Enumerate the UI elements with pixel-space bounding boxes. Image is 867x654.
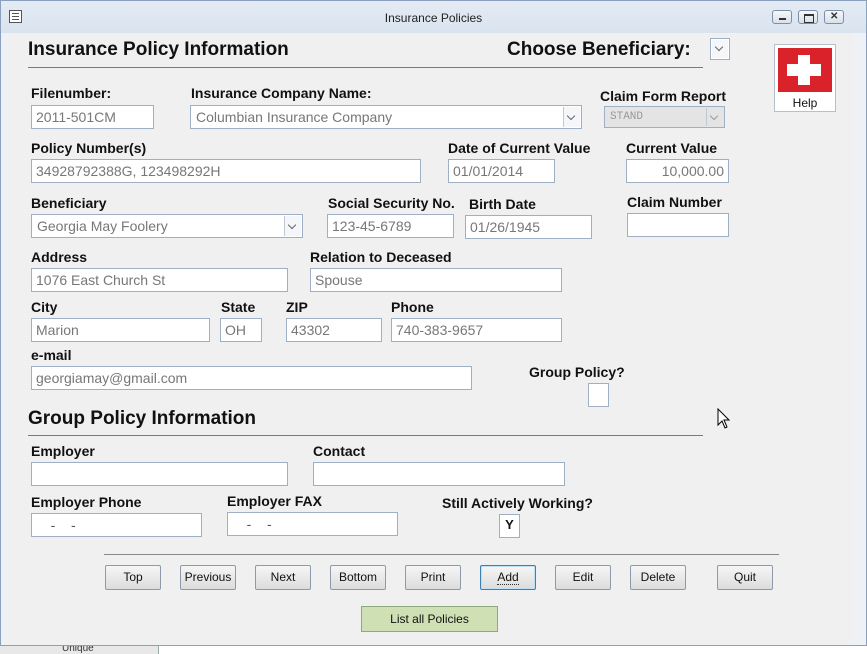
window-title: Insurance Policies: [384, 11, 483, 25]
mouse-pointer-icon: [717, 408, 731, 429]
address-field[interactable]: 1076 East Church St: [31, 268, 288, 292]
employer-label: Employer: [31, 443, 95, 459]
top-button[interactable]: Top: [105, 565, 161, 590]
claim-form-label: Claim Form Report: [600, 88, 727, 104]
relation-label: Relation to Deceased: [310, 249, 452, 265]
email-field[interactable]: georgiamay@gmail.com: [31, 366, 472, 390]
nav-divider: [104, 554, 779, 555]
employer-fax-label: Employer FAX: [227, 493, 322, 509]
help-button[interactable]: Help: [774, 44, 836, 112]
title-bar: Insurance Policies ✕: [1, 1, 866, 33]
date-current-label: Date of Current Value: [448, 140, 591, 156]
still-working-field[interactable]: Y: [499, 514, 520, 538]
beneficiary-dropdown[interactable]: Georgia May Foolery: [31, 214, 303, 238]
beneficiary-label: Beneficiary: [31, 195, 107, 211]
claim-form-value: STAND: [610, 111, 644, 123]
employer-field[interactable]: [31, 462, 288, 486]
company-dropdown[interactable]: Columbian Insurance Company: [190, 105, 582, 129]
employer-phone-field[interactable]: - -: [31, 513, 202, 537]
delete-button[interactable]: Delete: [630, 565, 686, 590]
company-value: Columbian Insurance Company: [196, 109, 393, 125]
address-label: Address: [31, 249, 88, 265]
help-label: Help: [792, 96, 818, 110]
list-all-policies-button[interactable]: List all Policies: [361, 606, 498, 632]
city-label: City: [31, 299, 58, 315]
city-field[interactable]: Marion: [31, 318, 210, 342]
chevron-down-icon: [563, 107, 580, 127]
chevron-down-icon: [284, 216, 301, 236]
maximize-icon: [804, 14, 814, 23]
previous-button[interactable]: Previous: [180, 565, 236, 590]
employer-fax-field[interactable]: - -: [227, 512, 398, 536]
group-divider: [28, 435, 703, 436]
chevron-down-icon: [712, 40, 728, 58]
phone-field[interactable]: 740-383-9657: [391, 318, 562, 342]
filenumber-field[interactable]: 2011-501CM: [31, 105, 154, 129]
email-label: e-mail: [31, 347, 72, 363]
edit-button[interactable]: Edit: [555, 565, 611, 590]
birth-date-field[interactable]: 01/26/1945: [465, 215, 592, 239]
ssn-label: Social Security No.: [328, 195, 455, 211]
zip-field[interactable]: 43302: [286, 318, 382, 342]
group-section-title: Group Policy Information: [28, 408, 257, 429]
add-button[interactable]: Add: [480, 565, 536, 590]
close-button[interactable]: ✕: [824, 10, 844, 24]
group-policy-checkbox[interactable]: [588, 383, 609, 407]
next-button[interactable]: Next: [255, 565, 311, 590]
background-panel: Unique: [0, 646, 159, 654]
current-value-field[interactable]: 10,000.00: [626, 159, 729, 183]
chevron-down-icon: [706, 108, 723, 126]
background-snippet: Unique: [62, 646, 94, 654]
page-title: Insurance Policy Information: [28, 39, 289, 60]
beneficiary-value: Georgia May Foolery: [37, 218, 168, 234]
bottom-button[interactable]: Bottom: [330, 565, 386, 590]
ssn-field[interactable]: 123-45-6789: [327, 214, 454, 238]
filenumber-label: Filenumber:: [31, 85, 112, 101]
add-button-label: Add: [497, 570, 519, 585]
group-policy-label: Group Policy?: [529, 364, 625, 380]
quit-button[interactable]: Quit: [717, 565, 773, 590]
birth-date-label: Birth Date: [469, 196, 536, 212]
date-current-field[interactable]: 01/01/2014: [448, 159, 555, 183]
minimize-icon: [779, 18, 786, 20]
choose-beneficiary-dropdown[interactable]: [710, 38, 730, 60]
phone-label: Phone: [391, 299, 434, 315]
claim-number-field[interactable]: [627, 213, 729, 237]
print-button[interactable]: Print: [405, 565, 461, 590]
minimize-button[interactable]: [772, 10, 792, 24]
state-field[interactable]: OH: [220, 318, 262, 342]
contact-label: Contact: [313, 443, 366, 459]
claim-form-dropdown[interactable]: STAND: [604, 106, 725, 128]
policy-numbers-label: Policy Number(s): [31, 140, 147, 156]
zip-label: ZIP: [286, 299, 308, 315]
state-label: State: [221, 299, 256, 315]
employer-phone-label: Employer Phone: [31, 494, 142, 510]
claim-number-label: Claim Number: [627, 194, 722, 210]
policy-numbers-field[interactable]: 34928792388G, 123498292H: [31, 159, 421, 183]
header-divider: [28, 67, 703, 68]
cross-horizontal: [787, 64, 821, 76]
relation-field[interactable]: Spouse: [310, 268, 562, 292]
close-icon: ✕: [830, 11, 839, 22]
maximize-button[interactable]: [798, 10, 818, 24]
current-value-label: Current Value: [626, 140, 718, 156]
app-window: Insurance Policies ✕ Insurance Policy In…: [0, 0, 867, 646]
still-working-label: Still Actively Working?: [442, 495, 593, 511]
contact-field[interactable]: [313, 462, 565, 486]
company-label: Insurance Company Name:: [191, 85, 372, 101]
choose-beneficiary-label: Choose Beneficiary:: [507, 39, 691, 60]
